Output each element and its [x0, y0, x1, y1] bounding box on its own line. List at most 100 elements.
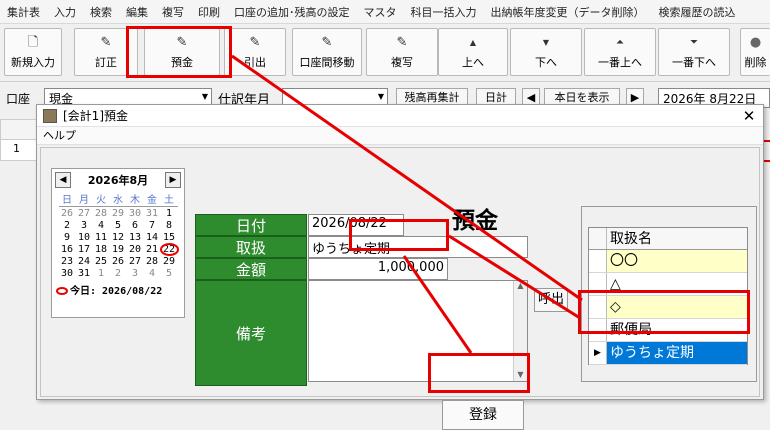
calendar-next-button[interactable]: ▶	[165, 172, 181, 188]
calendar-day[interactable]: 21	[144, 244, 161, 255]
calendar-day[interactable]: 3	[76, 220, 93, 231]
scroll-down-icon[interactable]: ▼	[514, 370, 527, 379]
new-entry-button[interactable]: 🗋 新規入力	[4, 28, 62, 76]
calendar-day[interactable]: 10	[76, 232, 93, 243]
calendar-day[interactable]: 29	[161, 256, 178, 267]
calendar-day[interactable]: 11	[93, 232, 110, 243]
calendar-day[interactable]: 3	[127, 268, 144, 279]
date-field[interactable]: 2026/08/22	[308, 214, 404, 236]
calendar-day[interactable]: 9	[59, 232, 76, 243]
handler-field[interactable]: ゆうちょ定期	[308, 236, 528, 258]
menu-item[interactable]: 複写	[155, 4, 191, 20]
deposit-button[interactable]: ✎ 預金	[144, 28, 220, 76]
move-top-button[interactable]: ⏶ 一番上へ	[584, 28, 656, 76]
list-item[interactable]: ◇	[589, 296, 747, 319]
move-down-button[interactable]: ▼ 下へ	[510, 28, 582, 76]
calendar-day[interactable]: 14	[144, 232, 161, 243]
calendar-day[interactable]: 28	[144, 256, 161, 267]
dialog-title: [会計1]預金	[63, 109, 128, 123]
row-number: 1	[13, 142, 20, 155]
calendar-day[interactable]: 27	[127, 256, 144, 267]
weekday-label: 水	[109, 191, 127, 207]
menu-item[interactable]: 集計表	[0, 4, 47, 20]
calendar-day[interactable]: 1	[93, 268, 110, 279]
menu-item[interactable]: 編集	[119, 4, 155, 20]
calendar-day[interactable]: 29	[110, 208, 127, 219]
chevron-down-icon: ▼	[377, 92, 384, 101]
calendar-day[interactable]: 7	[144, 220, 161, 231]
calendar-day[interactable]: 22	[159, 243, 179, 256]
weekday-label: 木	[126, 191, 144, 207]
calendar-day[interactable]: 19	[110, 244, 127, 255]
calendar-day[interactable]: 8	[161, 220, 178, 231]
account-transfer-button[interactable]: ✎ 口座間移動	[292, 28, 362, 76]
move-bottom-button[interactable]: ⏷ 一番下へ	[658, 28, 730, 76]
scroll-up-icon[interactable]: ▲	[514, 281, 527, 290]
calendar-day[interactable]: 20	[127, 244, 144, 255]
calendar-day[interactable]: 24	[76, 256, 93, 267]
calendar-day[interactable]: 26	[110, 256, 127, 267]
calendar-day[interactable]: 16	[59, 244, 76, 255]
calendar-day[interactable]: 17	[76, 244, 93, 255]
calendar-day[interactable]: 2	[110, 268, 127, 279]
arrow-up-icon: ▲	[469, 38, 477, 47]
list-item[interactable]: 郵便局	[589, 319, 747, 342]
calendar-day[interactable]: 5	[110, 220, 127, 231]
withdraw-button[interactable]: ✎ 引出	[224, 28, 286, 76]
handler-label: 取扱	[195, 236, 307, 258]
amount-field[interactable]: 1,000,000	[308, 258, 448, 280]
edit-button[interactable]: ✎ 訂正	[74, 28, 138, 76]
menu-item[interactable]: 出納帳年度変更（データ削除）	[484, 4, 652, 20]
calendar-day[interactable]: 30	[127, 208, 144, 219]
row-pointer-icon: ▶	[589, 342, 607, 364]
delete-button[interactable]: ● 削除	[740, 28, 770, 76]
calendar-day[interactable]: 30	[59, 268, 76, 279]
register-button[interactable]: 登録	[442, 400, 524, 430]
pencil-icon: ✎	[396, 35, 408, 50]
calendar-day[interactable]: 13	[127, 232, 144, 243]
calendar-day[interactable]: 26	[59, 208, 76, 219]
calendar-today[interactable]: 今日: 2026/08/22	[52, 279, 184, 297]
calendar-day[interactable]: 31	[76, 268, 93, 279]
menu-item[interactable]: 検索	[83, 4, 119, 20]
chevron-down-icon: ▼	[201, 92, 208, 101]
calendar-day[interactable]: 15	[161, 232, 178, 243]
close-icon[interactable]: ✕	[735, 107, 763, 125]
menu-item[interactable]: 口座の追加･残高の設定	[227, 4, 357, 20]
menu-item[interactable]: 入力	[47, 4, 83, 20]
account-label: 口座	[6, 92, 31, 106]
calendar-day[interactable]: 23	[59, 256, 76, 267]
calendar-day[interactable]: 1	[161, 208, 178, 219]
list-item[interactable]: △	[589, 273, 747, 296]
memo-label: 備考	[195, 280, 307, 386]
copy-button[interactable]: ✎ 複写	[366, 28, 438, 76]
menu-item[interactable]: 科目一括入力	[404, 4, 484, 20]
calendar-day[interactable]: 31	[144, 208, 161, 219]
menu-item[interactable]: 検索履歴の読込	[652, 4, 743, 20]
call-button[interactable]: 呼出	[534, 288, 568, 312]
pencil-icon: ✎	[321, 35, 333, 50]
calendar-day[interactable]: 12	[110, 232, 127, 243]
handler-list-panel: 取扱名 〇〇 △ ◇ 郵便局 ▶ ゆうちょ定期	[581, 206, 757, 382]
move-up-button[interactable]: ▲ 上へ	[438, 28, 508, 76]
calendar-day[interactable]: 25	[93, 256, 110, 267]
memo-field[interactable]: ▲ ▼	[308, 280, 528, 382]
calendar-day[interactable]: 27	[76, 208, 93, 219]
calendar-day[interactable]: 28	[93, 208, 110, 219]
menu-item[interactable]: マスタ	[357, 4, 404, 20]
calendar-day[interactable]: 6	[127, 220, 144, 231]
calendar-prev-button[interactable]: ◀	[55, 172, 71, 188]
dialog-menu-help[interactable]: ヘルプ	[37, 127, 763, 145]
calendar-day[interactable]: 18	[93, 244, 110, 255]
memo-scrollbar[interactable]: ▲ ▼	[513, 281, 527, 381]
new-document-icon: 🗋	[27, 35, 39, 50]
list-item-selected[interactable]: ▶ ゆうちょ定期	[589, 342, 747, 365]
calendar-day[interactable]: 2	[59, 220, 76, 231]
calendar-day[interactable]: 5	[161, 268, 178, 279]
calendar-day[interactable]: 4	[93, 220, 110, 231]
calendar: ◀ 2026年8月 ▶ 日月火水木金土 26 27 28 29 30 31 1 2 3 4 5 6 7 8 9…	[51, 168, 185, 318]
menu-item[interactable]: 印刷	[191, 4, 227, 20]
calendar-day[interactable]: 4	[144, 268, 161, 279]
weekday-label: 金	[143, 191, 161, 207]
list-item[interactable]: 〇〇	[589, 250, 747, 273]
